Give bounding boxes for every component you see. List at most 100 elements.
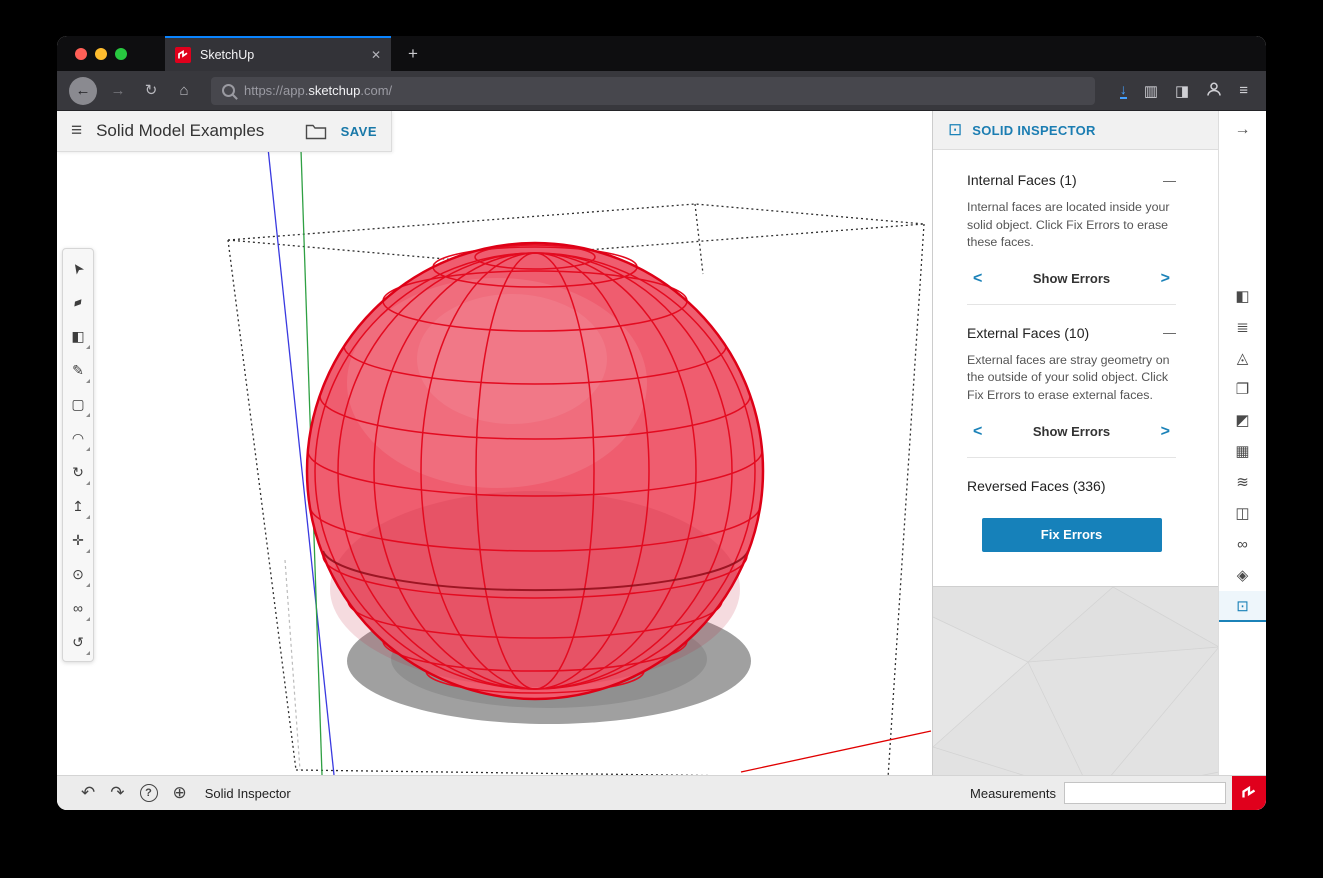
move-tool[interactable]: ✛	[63, 523, 93, 557]
soften-edges-icon[interactable]: ∞	[1219, 529, 1266, 560]
push-pull-tool[interactable]: ↥	[63, 489, 93, 523]
flyout-arrow-icon	[86, 379, 90, 383]
flyout-arrow-icon	[86, 447, 90, 451]
zoom-window-button[interactable]	[115, 48, 127, 60]
red-axis-line	[741, 731, 931, 772]
model-scene	[57, 111, 932, 775]
url-scheme: https://app.	[244, 83, 308, 98]
select-icon: ➤	[68, 258, 89, 277]
browser-tab-bar: SketchUp ✕ +	[57, 36, 1266, 71]
collapse-section-icon[interactable]: —	[1163, 173, 1176, 188]
open-folder-icon[interactable]	[305, 123, 327, 140]
panel-icon-strip-items: ◧≣◬❐◩▦≋◫∞◈⊡	[1219, 281, 1266, 622]
eraser-tool[interactable]: ▰	[63, 285, 93, 319]
scenes-icon[interactable]: ◫	[1219, 498, 1266, 529]
shapes-icon: ▢	[71, 396, 84, 413]
prev-error-button[interactable]: <	[973, 270, 982, 288]
panel-background	[933, 586, 1218, 775]
menu-icon[interactable]: ≡	[1239, 82, 1248, 99]
internal-faces-section-header: Internal Faces (1) —	[967, 172, 1176, 188]
flyout-arrow-icon	[86, 651, 90, 655]
app-menu-icon[interactable]: ≡	[71, 120, 82, 142]
external-faces-description: External faces are stray geometry on the…	[967, 352, 1176, 405]
drawing-toolbar: ➤ ▰ ◧ ✎ ▢ ◠ ↻ ↥ ✛ ⊙ ∞ ↺	[62, 248, 94, 662]
sketchup-app: ≡ Solid Model Examples SAVE ➤ ▰ ◧ ✎ ▢ ◠ ↻ ↥ ✛ ⊙ ∞ ↺…	[57, 111, 1266, 810]
orbit-icon: ↺	[72, 634, 84, 651]
new-tab-button[interactable]: +	[401, 42, 425, 66]
panel-header: ⊡ SOLID INSPECTOR	[933, 111, 1218, 150]
downloads-icon[interactable]: ↓	[1120, 82, 1127, 99]
tab-close-icon[interactable]: ✕	[371, 48, 381, 62]
forward-button[interactable]: →	[106, 78, 130, 104]
reversed-faces-section-header: Reversed Faces (336)	[967, 478, 1176, 494]
internal-faces-description: Internal faces are located inside your s…	[967, 199, 1176, 252]
flyout-arrow-icon	[86, 481, 90, 485]
show-errors-label[interactable]: Show Errors	[1033, 424, 1110, 439]
section-divider	[967, 304, 1176, 305]
url-bar[interactable]: https://app.sketchup.com/	[211, 77, 1095, 105]
sketchup-favicon	[175, 47, 191, 63]
redo-icon[interactable]: ↷	[110, 783, 124, 803]
next-error-button[interactable]: >	[1161, 270, 1170, 288]
instructor-icon[interactable]: ◬	[1219, 343, 1266, 374]
guide-dashed-line	[285, 560, 300, 770]
collapse-section-icon[interactable]: —	[1163, 325, 1176, 340]
tags-icon[interactable]: ≋	[1219, 467, 1266, 498]
solid-inspector-icon[interactable]: ⊡	[1219, 591, 1266, 622]
select-tool[interactable]: ➤	[63, 251, 93, 285]
save-button[interactable]: SAVE	[341, 124, 377, 139]
browser-navbar: ← → ↻ ⌂ https://app.sketchup.com/ ↓ ▥ ◨ …	[57, 71, 1266, 111]
minimize-window-button[interactable]	[95, 48, 107, 60]
move-icon: ✛	[72, 532, 84, 549]
follow-me-icon: ↻	[72, 464, 84, 481]
materials-icon[interactable]: ◩	[1219, 405, 1266, 436]
components-icon[interactable]: ❐	[1219, 374, 1266, 405]
account-icon[interactable]	[1206, 81, 1222, 101]
model-info-icon[interactable]: ◈	[1219, 560, 1266, 591]
library-icon[interactable]: ▥	[1144, 82, 1158, 100]
entity-info-icon[interactable]: ◧	[1219, 281, 1266, 312]
show-errors-label[interactable]: Show Errors	[1033, 271, 1110, 286]
status-bar: ↶↷?⊕ Solid Inspector Measurements	[57, 775, 1266, 810]
look-around-tool[interactable]: ∞	[63, 591, 93, 625]
undo-icon[interactable]: ↶	[81, 783, 95, 803]
tab-title: SketchUp	[200, 48, 362, 62]
sketchup-logo[interactable]	[1232, 776, 1266, 810]
home-button[interactable]: ⌂	[172, 78, 196, 104]
close-window-button[interactable]	[75, 48, 87, 60]
back-button[interactable]: ←	[69, 77, 97, 105]
follow-me-tool[interactable]: ↻	[63, 455, 93, 489]
reload-button[interactable]: ↻	[139, 78, 163, 104]
language-icon[interactable]: ⊕	[173, 783, 187, 803]
orbit-tool[interactable]: ↺	[63, 625, 93, 659]
collapse-panel-button[interactable]: →	[1219, 111, 1266, 149]
document-title: Solid Model Examples	[96, 121, 290, 141]
arc-tool[interactable]: ◠	[63, 421, 93, 455]
external-faces-error-nav: < Show Errors >	[973, 423, 1170, 441]
fix-errors-button[interactable]: Fix Errors	[982, 518, 1162, 552]
model-viewport[interactable]: ≡ Solid Model Examples SAVE ➤ ▰ ◧ ✎ ▢ ◠ ↻ ↥ ✛ ⊙ ∞ ↺	[57, 111, 932, 775]
sidebar-toggle-icon[interactable]: ◨	[1175, 82, 1189, 100]
outliner-icon[interactable]: ≣	[1219, 312, 1266, 343]
section-divider	[967, 457, 1176, 458]
line-icon: ✎	[72, 362, 84, 379]
traffic-lights	[75, 48, 127, 60]
shapes-tool[interactable]: ▢	[63, 387, 93, 421]
styles-icon[interactable]: ▦	[1219, 436, 1266, 467]
browser-tab-sketchup[interactable]: SketchUp ✕	[165, 36, 391, 71]
paint-icon: ◧	[71, 328, 84, 345]
red-sphere	[307, 243, 763, 699]
look-around-icon: ∞	[73, 600, 83, 616]
next-error-button[interactable]: >	[1161, 423, 1170, 441]
prev-error-button[interactable]: <	[973, 423, 982, 441]
help-icon[interactable]: ?	[140, 784, 158, 802]
document-header: ≡ Solid Model Examples SAVE	[57, 111, 392, 152]
flyout-arrow-icon	[86, 583, 90, 587]
measurements-input[interactable]	[1064, 782, 1226, 804]
url-text: https://app.sketchup.com/	[244, 82, 392, 100]
navbar-right-icons: ↓ ▥ ◨ ≡	[1120, 81, 1248, 101]
line-tool[interactable]: ✎	[63, 353, 93, 387]
tape-measure-tool[interactable]: ⊙	[63, 557, 93, 591]
search-icon	[222, 84, 235, 97]
paint-tool[interactable]: ◧	[63, 319, 93, 353]
